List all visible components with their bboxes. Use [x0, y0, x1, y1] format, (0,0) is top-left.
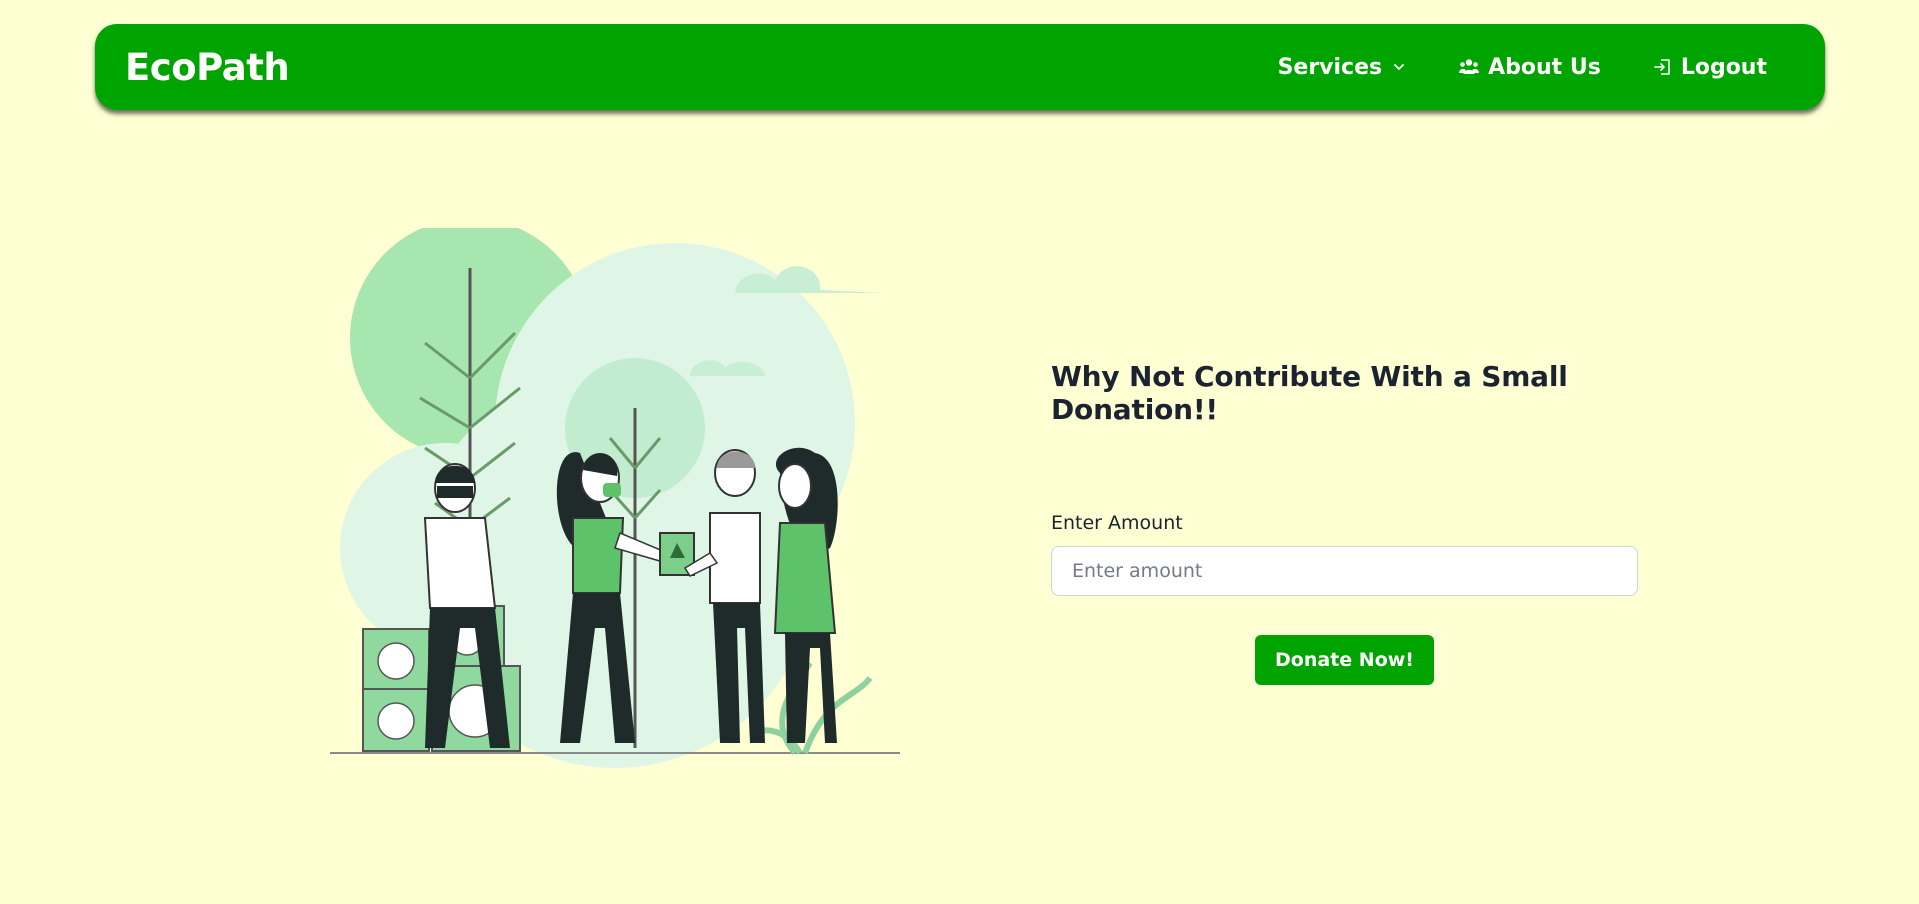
nav-item-services[interactable]: Services — [1278, 55, 1407, 80]
nav-item-about-us[interactable]: About Us — [1458, 55, 1601, 80]
nav-item-label: Services — [1277, 54, 1383, 80]
users-icon — [1458, 56, 1480, 78]
nav-item-label: About Us — [1488, 54, 1601, 80]
navbar: EcoPath Services About Us Logout — [95, 24, 1825, 110]
donation-form: Why Not Contribute With a Small Donation… — [1051, 360, 1638, 685]
nav-menu: Services About Us Logout — [1278, 55, 1767, 80]
donate-now-button[interactable]: Donate Now! — [1255, 635, 1434, 685]
nav-item-logout[interactable]: Logout — [1653, 55, 1767, 80]
amount-input[interactable] — [1051, 546, 1638, 596]
logout-icon — [1653, 57, 1673, 77]
donation-illustration — [325, 218, 905, 788]
nav-item-label: Logout — [1680, 54, 1767, 80]
button-wrapper: Donate Now! — [1051, 635, 1638, 685]
brand-logo[interactable]: EcoPath — [125, 46, 290, 89]
donation-heading: Why Not Contribute With a Small Donation… — [1051, 360, 1568, 426]
chevron-down-icon — [1392, 60, 1406, 74]
amount-label: Enter Amount — [1051, 512, 1183, 534]
